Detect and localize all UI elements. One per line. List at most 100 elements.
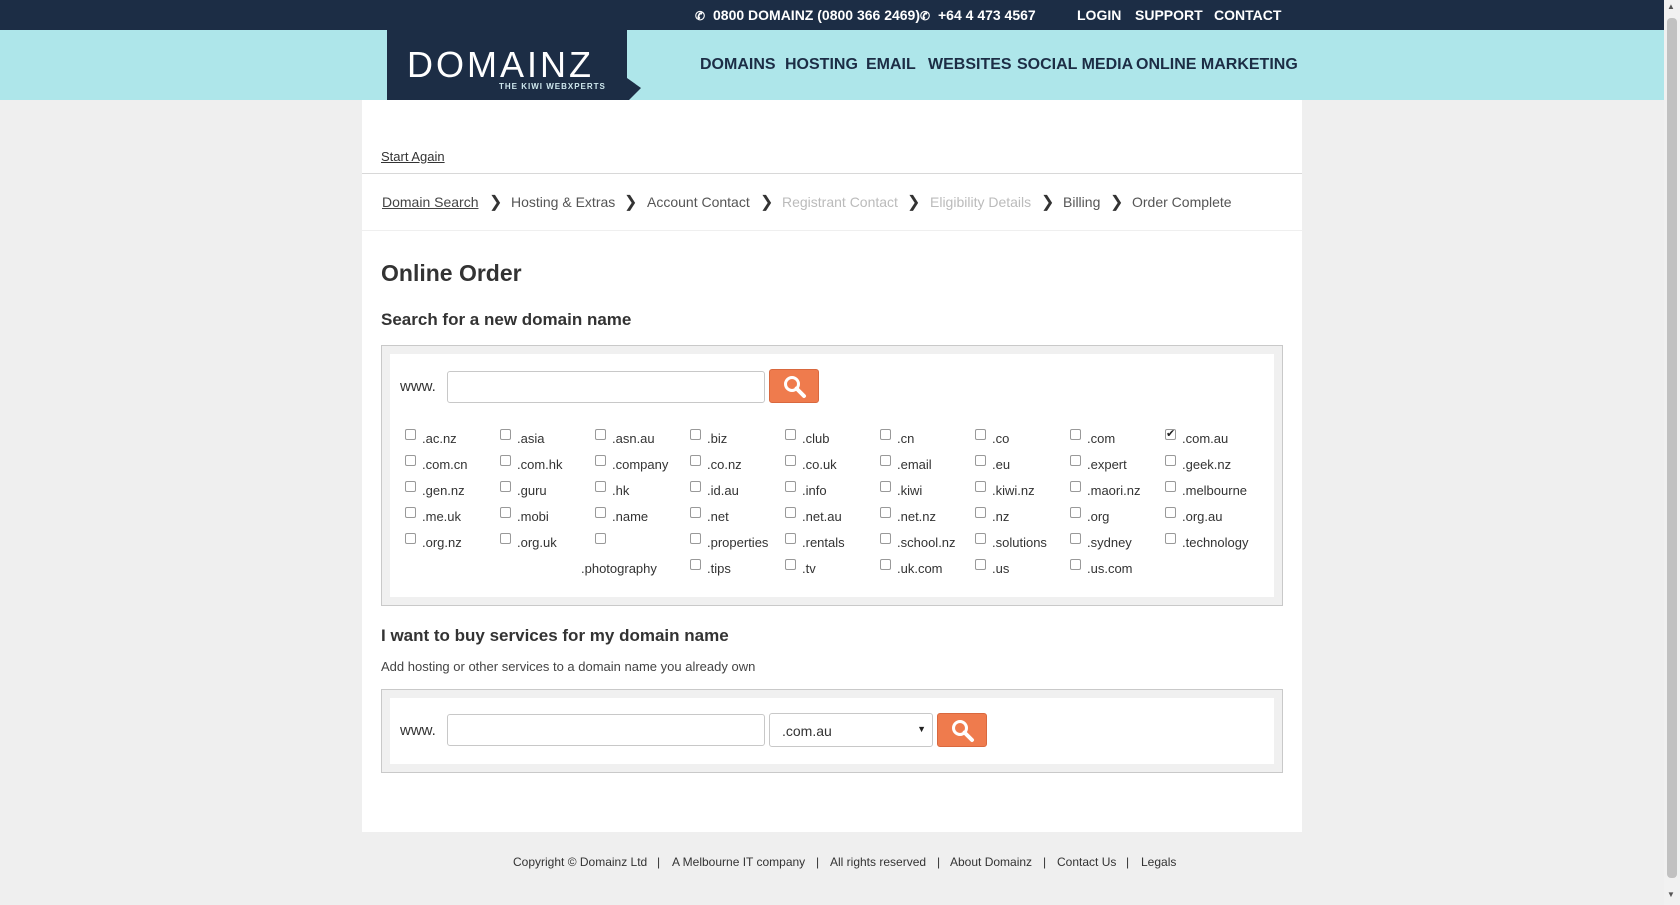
tld-label[interactable]: .co.nz <box>707 457 742 472</box>
tld-label[interactable]: .info <box>802 483 827 498</box>
tld-checkbox[interactable] <box>405 533 416 544</box>
tld-checkbox[interactable] <box>690 455 701 466</box>
tld-label[interactable]: .us.com <box>1087 561 1133 576</box>
tld-label[interactable]: .hk <box>612 483 629 498</box>
tld-checkbox[interactable] <box>975 559 986 570</box>
tld-select[interactable]: .com.au ▼ <box>769 713 933 747</box>
tld-label[interactable]: .company <box>612 457 668 472</box>
nav-social-media[interactable]: SOCIAL MEDIA <box>1017 56 1133 74</box>
footer-legals-link[interactable]: Legals <box>1141 855 1176 869</box>
tld-label[interactable]: .properties <box>707 535 768 550</box>
tld-checkbox[interactable] <box>690 559 701 570</box>
tld-checkbox[interactable] <box>690 507 701 518</box>
tld-label[interactable]: .email <box>897 457 932 472</box>
tld-checkbox[interactable] <box>880 481 891 492</box>
tld-label[interactable]: .maori.nz <box>1087 483 1140 498</box>
nav-hosting[interactable]: HOSTING <box>785 56 858 74</box>
tld-label[interactable]: .kiwi.nz <box>992 483 1035 498</box>
tld-checkbox[interactable] <box>785 507 796 518</box>
tld-checkbox[interactable] <box>880 533 891 544</box>
nav-websites[interactable]: WEBSITES <box>928 56 1012 74</box>
tld-checkbox[interactable] <box>975 429 986 440</box>
tld-label[interactable]: .kiwi <box>897 483 922 498</box>
tld-label[interactable]: .org.au <box>1182 509 1222 524</box>
tld-checkbox[interactable] <box>1070 559 1081 570</box>
tld-checkbox[interactable] <box>785 533 796 544</box>
tld-label[interactable]: .mobi <box>517 509 549 524</box>
tld-checkbox[interactable] <box>500 455 511 466</box>
tld-label[interactable]: .us <box>992 561 1009 576</box>
tld-checkbox[interactable] <box>880 507 891 518</box>
tld-label[interactable]: .co <box>992 431 1009 446</box>
tld-checkbox[interactable] <box>785 455 796 466</box>
existing-domain-input[interactable] <box>447 714 765 746</box>
tld-checkbox[interactable] <box>405 481 416 492</box>
tld-label[interactable]: .uk.com <box>897 561 943 576</box>
tld-label[interactable]: .com.au <box>1182 431 1228 446</box>
tld-label[interactable]: .photography <box>581 561 657 576</box>
tld-checkbox[interactable] <box>405 507 416 518</box>
tld-label[interactable]: .org.nz <box>422 535 462 550</box>
tld-label[interactable]: .net.nz <box>897 509 936 524</box>
tld-checkbox[interactable] <box>500 481 511 492</box>
tld-label[interactable]: .org <box>1087 509 1109 524</box>
tld-label[interactable]: .net.au <box>802 509 842 524</box>
scroll-down-icon[interactable]: ▼ <box>1667 890 1675 899</box>
phone-number-2[interactable]: ✆ +64 4 473 4567 <box>920 7 1036 23</box>
tld-label[interactable]: .com.hk <box>517 457 563 472</box>
tld-label[interactable]: .com <box>1087 431 1115 446</box>
tld-checkbox[interactable] <box>690 481 701 492</box>
tld-label[interactable]: .me.uk <box>422 509 461 524</box>
tld-label[interactable]: .school.nz <box>897 535 956 550</box>
footer-contact-link[interactable]: Contact Us <box>1057 855 1116 869</box>
nav-email[interactable]: EMAIL <box>866 56 916 74</box>
tld-checkbox[interactable] <box>500 533 511 544</box>
tld-label[interactable]: .org.uk <box>517 535 557 550</box>
footer-about-link[interactable]: About Domainz <box>950 855 1032 869</box>
tld-checkbox[interactable] <box>595 455 606 466</box>
tld-checkbox[interactable] <box>1070 455 1081 466</box>
scroll-up-icon[interactable]: ▲ <box>1667 2 1675 11</box>
step-domain-search[interactable]: Domain Search <box>382 194 479 210</box>
tld-label[interactable]: .melbourne <box>1182 483 1247 498</box>
scrollbar-thumb[interactable] <box>1667 18 1677 878</box>
start-again-link[interactable]: Start Again <box>381 149 445 164</box>
nav-domains[interactable]: DOMAINS <box>700 56 776 74</box>
tld-checkbox[interactable] <box>1070 429 1081 440</box>
tld-checkbox[interactable] <box>405 429 416 440</box>
tld-label[interactable]: .gen.nz <box>422 483 465 498</box>
tld-label[interactable]: .expert <box>1087 457 1127 472</box>
tld-checkbox[interactable] <box>690 429 701 440</box>
tld-checkbox[interactable] <box>975 507 986 518</box>
tld-label[interactable]: .rentals <box>802 535 845 550</box>
tld-label[interactable]: .co.uk <box>802 457 837 472</box>
tld-label[interactable]: .biz <box>707 431 727 446</box>
tld-label[interactable]: .ac.nz <box>422 431 457 446</box>
tld-checkbox[interactable] <box>1165 533 1176 544</box>
tld-checkbox[interactable] <box>785 559 796 570</box>
domain-search-input[interactable] <box>447 371 765 403</box>
support-link[interactable]: SUPPORT <box>1135 7 1203 23</box>
tld-checkbox[interactable] <box>595 429 606 440</box>
tld-label[interactable]: .tv <box>802 561 816 576</box>
tld-label[interactable]: .net <box>707 509 729 524</box>
tld-checkbox[interactable] <box>595 507 606 518</box>
tld-checkbox[interactable] <box>975 481 986 492</box>
tld-checkbox[interactable] <box>690 533 701 544</box>
domain-search-button[interactable] <box>769 369 819 403</box>
tld-checkbox[interactable] <box>1165 507 1176 518</box>
tld-checkbox[interactable] <box>1070 533 1081 544</box>
tld-checkbox[interactable] <box>785 481 796 492</box>
tld-label[interactable]: .asia <box>517 431 544 446</box>
tld-label[interactable]: .cn <box>897 431 914 446</box>
tld-label[interactable]: .geek.nz <box>1182 457 1231 472</box>
tld-label[interactable]: .id.au <box>707 483 739 498</box>
tld-checkbox[interactable] <box>1165 455 1176 466</box>
tld-label[interactable]: .asn.au <box>612 431 655 446</box>
tld-label[interactable]: .guru <box>517 483 547 498</box>
contact-link[interactable]: CONTACT <box>1214 7 1281 23</box>
login-link[interactable]: LOGIN <box>1077 7 1121 23</box>
nav-online-marketing[interactable]: ONLINE MARKETING <box>1136 56 1298 74</box>
tld-label[interactable]: .club <box>802 431 829 446</box>
tld-label[interactable]: .name <box>612 509 648 524</box>
